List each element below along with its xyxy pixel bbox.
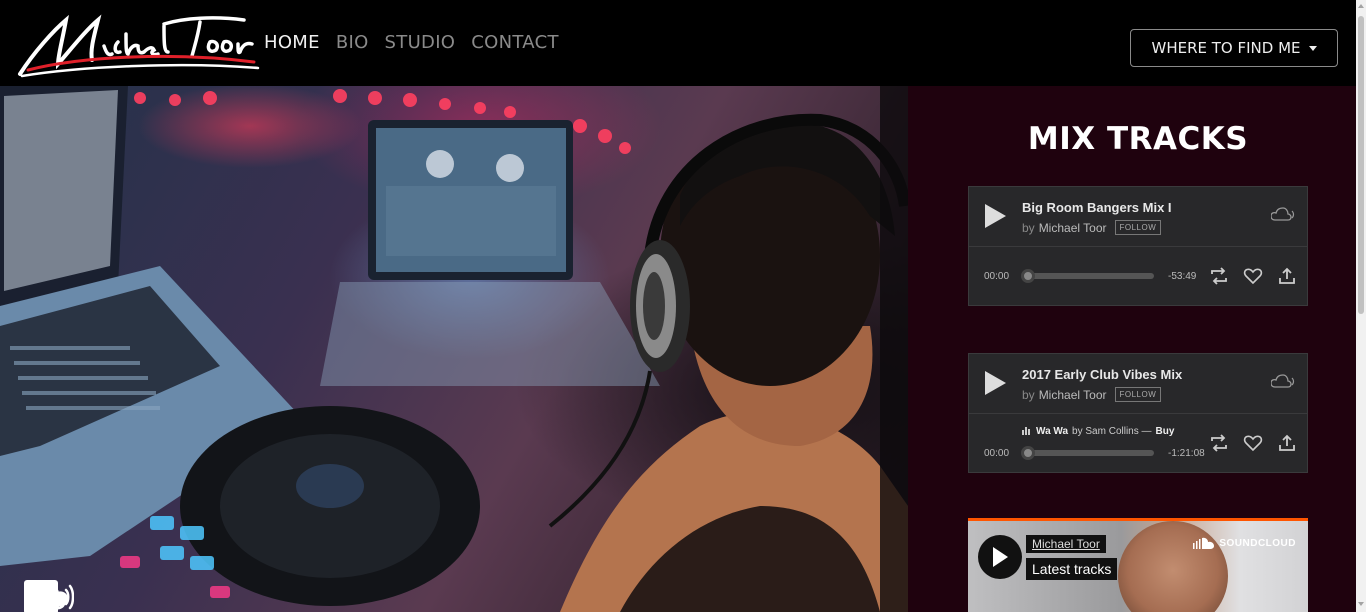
follow-button[interactable]: FOLLOW xyxy=(1114,387,1162,402)
like-heart-icon[interactable] xyxy=(1243,266,1263,286)
track-byline: by Michael Toor FOLLOW xyxy=(1022,387,1162,402)
play-icon[interactable] xyxy=(983,203,1007,234)
progress-bar[interactable] xyxy=(1021,446,1154,460)
now-playing-title[interactable]: Wa Wa xyxy=(1036,426,1068,437)
now-playing-artist: by Sam Collins — xyxy=(1072,426,1152,437)
navbar: HOME BIO STUDIO CONTACT WHERE TO FIND ME xyxy=(0,0,1356,86)
hero-photo-illustration xyxy=(0,86,908,612)
track-title[interactable]: 2017 Early Club Vibes Mix xyxy=(1022,367,1182,382)
progress-knob[interactable] xyxy=(1021,269,1035,283)
share-icon[interactable] xyxy=(1277,433,1297,453)
soundcloud-logo-icon[interactable] xyxy=(1270,374,1295,393)
time-elapsed: 00:00 xyxy=(984,448,1010,459)
soundcloud-latest-tracks-widget: Michael Toor Latest tracks SOUNDCLOUD xyxy=(968,518,1308,612)
buy-link[interactable]: Buy xyxy=(1156,426,1175,437)
share-icon[interactable] xyxy=(1277,266,1297,286)
widget-user-link[interactable]: Michael Toor xyxy=(1026,535,1106,553)
follow-button[interactable]: FOLLOW xyxy=(1114,220,1162,235)
nav-home-link[interactable]: HOME xyxy=(264,32,320,53)
like-heart-icon[interactable] xyxy=(1243,433,1263,453)
play-icon[interactable] xyxy=(983,370,1007,401)
time-remaining: -1:21:08 xyxy=(1168,448,1205,459)
page-scrollbar[interactable] xyxy=(1356,0,1366,612)
soundcloud-brand-label: SOUNDCLOUD xyxy=(1219,537,1296,549)
waveform-icon xyxy=(1022,425,1032,438)
michael-toor-logo[interactable] xyxy=(14,12,260,80)
track-byline: by Michael Toor FOLLOW xyxy=(1022,220,1162,235)
artist-photo xyxy=(1118,521,1228,612)
now-playing-track: Wa Wa by Sam Collins — Buy xyxy=(1022,425,1174,438)
where-to-find-me-dropdown[interactable]: WHERE TO FIND ME xyxy=(1130,29,1338,67)
artist-link[interactable]: Michael Toor xyxy=(1039,388,1107,402)
soundcloud-player-1: Big Room Bangers Mix I by Michael Toor F… xyxy=(968,186,1308,306)
scroll-thumb[interactable] xyxy=(1358,16,1364,314)
repost-icon[interactable] xyxy=(1209,433,1229,453)
nav-studio-link[interactable]: STUDIO xyxy=(385,32,456,53)
repost-icon[interactable] xyxy=(1209,266,1229,286)
scroll-down-arrow-icon[interactable] xyxy=(1358,602,1364,606)
artist-link[interactable]: Michael Toor xyxy=(1039,221,1107,235)
dropdown-label: WHERE TO FIND ME xyxy=(1151,39,1301,57)
nav-contact-link[interactable]: CONTACT xyxy=(471,32,558,53)
mix-tracks-panel: MIX TRACKS Big Room Bangers Mix I by Mic… xyxy=(908,86,1356,612)
scroll-up-arrow-icon[interactable] xyxy=(1358,4,1364,8)
widget-play-button[interactable] xyxy=(978,535,1022,579)
progress-knob[interactable] xyxy=(1021,446,1035,460)
hero-dj-photo xyxy=(0,86,908,612)
progress-bar[interactable] xyxy=(1021,269,1154,283)
mix-tracks-heading: MIX TRACKS xyxy=(1027,121,1249,157)
soundcloud-brand[interactable]: SOUNDCLOUD xyxy=(1193,537,1296,549)
track-title[interactable]: Big Room Bangers Mix I xyxy=(1022,200,1172,215)
nav-bio-link[interactable]: BIO xyxy=(336,32,369,53)
caret-down-icon xyxy=(1308,45,1317,51)
soundcloud-logo-icon[interactable] xyxy=(1270,207,1295,226)
main-nav: HOME BIO STUDIO CONTACT xyxy=(264,32,559,53)
by-label: by xyxy=(1022,220,1035,235)
time-elapsed: 00:00 xyxy=(984,271,1010,282)
latest-tracks-label: Latest tracks xyxy=(1026,558,1118,580)
soundcloud-player-2: 2017 Early Club Vibes Mix by Michael Too… xyxy=(968,353,1308,473)
time-remaining: -53:49 xyxy=(1168,271,1197,282)
by-label: by xyxy=(1022,387,1035,402)
soundcloud-icon xyxy=(1193,537,1215,549)
